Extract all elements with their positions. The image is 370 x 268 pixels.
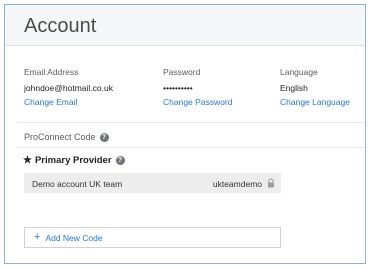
email-section: Email Address johndoe@hotmail.co.uk Chan… <box>24 67 113 107</box>
help-icon[interactable]: ? <box>99 132 109 142</box>
lock-icon <box>268 178 274 188</box>
language-value: English <box>280 83 308 93</box>
panel-header: Account <box>5 5 365 46</box>
change-language-link[interactable]: Change Language <box>280 97 350 107</box>
password-value: •••••••••• <box>163 83 193 93</box>
star-icon: ★ <box>23 155 32 166</box>
provider-code-row: Demo account UK team ukteamdemo <box>24 173 281 193</box>
password-label: Password <box>163 67 201 77</box>
provider-code: ukteamdemo <box>212 179 262 189</box>
language-label: Language <box>280 67 318 77</box>
add-new-code-button[interactable]: + Add New Code <box>24 227 281 248</box>
proconnect-code-heading: ProConnect Code ? <box>24 132 109 142</box>
primary-provider-heading: ★ Primary Provider ? <box>23 155 125 166</box>
proconnect-code-label: ProConnect Code <box>24 132 96 142</box>
divider <box>17 147 365 148</box>
account-panel: Account Email Address johndoe@hotmail.co… <box>4 4 366 264</box>
help-icon[interactable]: ? <box>115 156 125 165</box>
add-new-code-label: Add New Code <box>45 232 103 243</box>
primary-provider-label: Primary Provider <box>34 155 112 166</box>
provider-name: Demo account UK team <box>32 179 123 189</box>
email-label: Email Address <box>24 67 79 77</box>
email-value: johndoe@hotmail.co.uk <box>24 83 113 93</box>
change-password-link[interactable]: Change Password <box>163 97 232 107</box>
plus-icon: + <box>34 231 41 243</box>
divider <box>17 122 365 123</box>
page-title: Account <box>24 15 97 37</box>
change-email-link[interactable]: Change Email <box>24 97 113 107</box>
language-section: Language English Change Language <box>280 67 350 107</box>
password-section: Password •••••••••• Change Password <box>163 67 232 107</box>
